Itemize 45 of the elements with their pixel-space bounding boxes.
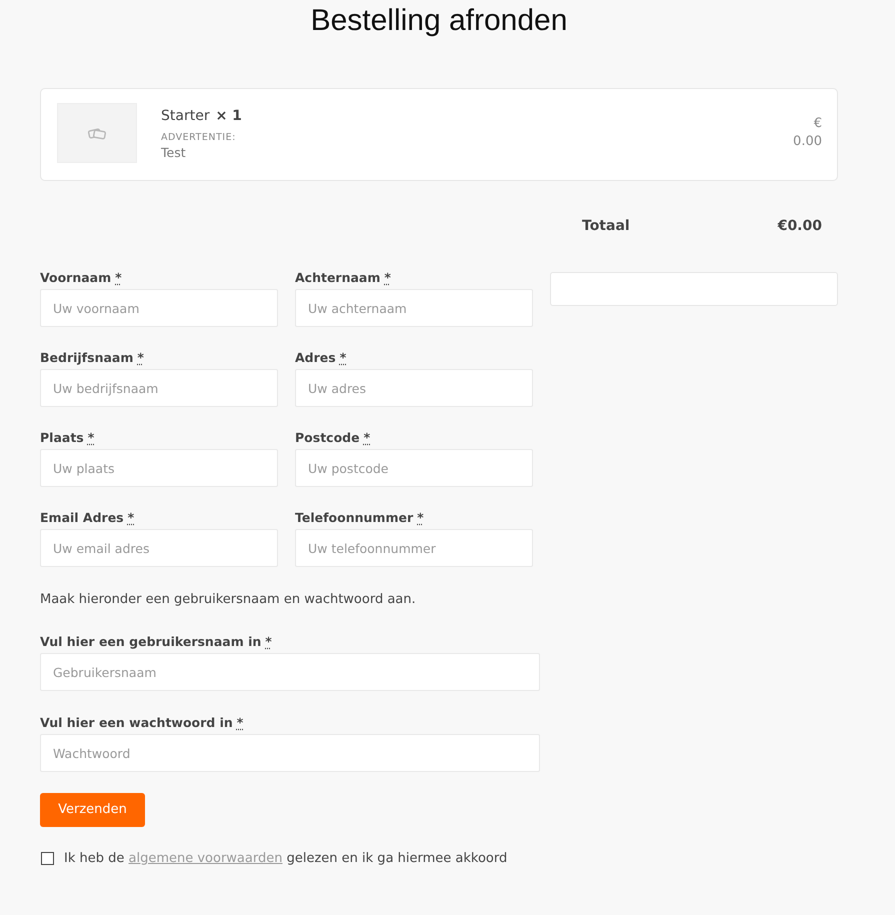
currency-symbol: € <box>812 115 822 133</box>
required-mark: * <box>115 270 122 285</box>
required-mark: * <box>236 715 244 730</box>
required-mark: * <box>340 350 346 365</box>
input-field[interactable]: Uw bedrijfsnaam <box>40 369 278 407</box>
field-label: Email Adres <box>40 510 124 525</box>
field-label: Bedrijfsnaam <box>40 350 134 365</box>
meta-value: Test <box>161 144 187 160</box>
page-title: Bestelling afronden <box>310 3 568 38</box>
input-field[interactable]: Uw plaats <box>40 449 278 487</box>
total-amount: €0.00 <box>778 216 822 236</box>
field-label: Postcode <box>295 430 360 445</box>
input-field[interactable]: Uw voornaam <box>40 289 278 327</box>
cards-icon <box>88 126 106 140</box>
required-mark: * <box>265 634 272 649</box>
field-label: Plaats <box>40 430 84 445</box>
required-mark: * <box>364 430 370 445</box>
input-field[interactable]: Uw email adres <box>40 529 278 567</box>
instruction-text: Maak hieronder een gebruikersnaam en wachtwoord aan. <box>40 591 417 609</box>
input-field[interactable]: Gebruikersnaam <box>40 653 540 691</box>
terms-text: Ik heb de algemene voorwaarden gelezen en ik ga hiermee akkoord <box>64 850 508 867</box>
field-label: Achternaam <box>295 270 380 285</box>
product-name: Starter <box>161 108 210 124</box>
field-label: Vul hier een gebruikersnaam in <box>40 634 262 649</box>
required-mark: * <box>128 510 134 525</box>
input-field[interactable]: Uw telefoonnummer <box>295 529 533 567</box>
total-label: Totaal <box>582 216 630 236</box>
terms-checkbox[interactable] <box>41 852 54 865</box>
required-mark: * <box>384 270 391 285</box>
field-label: Voornaam <box>40 270 112 285</box>
field-label: Telefoonnummer <box>295 510 414 525</box>
submit-button[interactable]: Verzenden <box>40 793 145 827</box>
meta-label: ADVERTENTIE: <box>161 132 237 144</box>
terms-link[interactable]: algemene voorwaarden <box>128 851 282 866</box>
required-mark: * <box>88 430 94 445</box>
input-field[interactable]: Wachtwoord <box>40 734 540 772</box>
price: 0.00 <box>793 133 822 151</box>
input-field[interactable]: Uw adres <box>295 369 533 407</box>
field-label: Adres <box>295 350 336 365</box>
input-field[interactable]: Uw achternaam <box>295 289 533 327</box>
required-mark: * <box>137 350 144 365</box>
field-label: Vul hier een wachtwoord in <box>40 715 233 730</box>
required-mark: * <box>417 510 424 525</box>
input-field[interactable]: Uw postcode <box>295 449 533 487</box>
quantity: × 1 <box>216 108 242 124</box>
